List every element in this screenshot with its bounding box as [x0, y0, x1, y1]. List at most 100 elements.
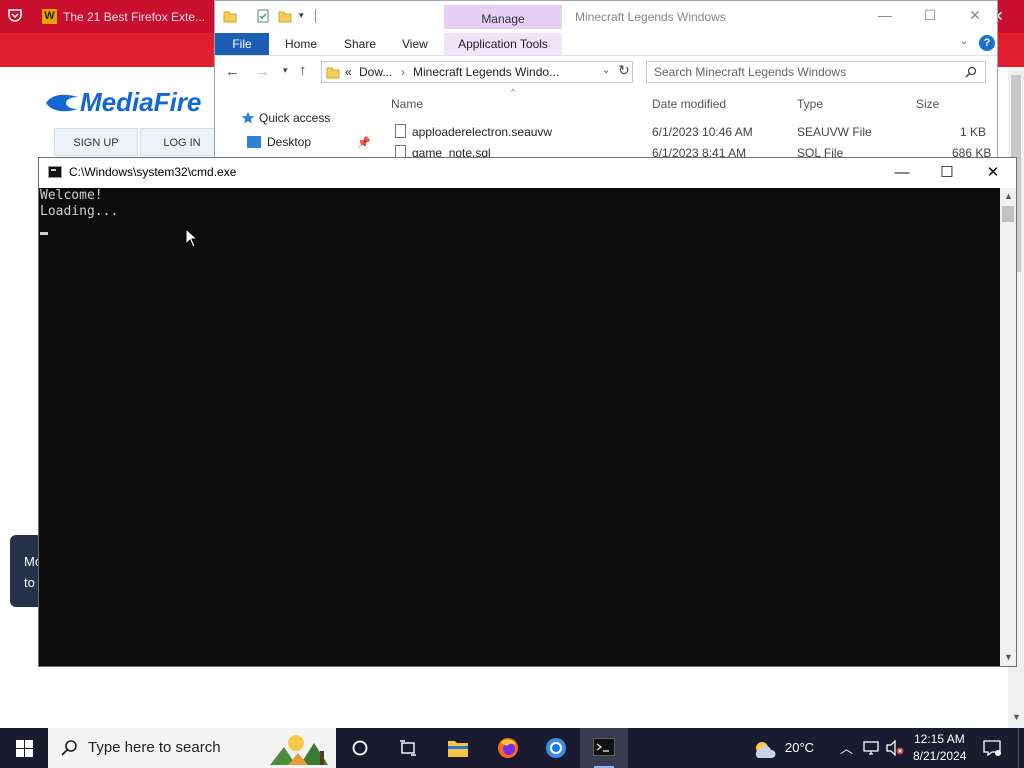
help-icon[interactable]: ?	[979, 35, 995, 51]
file-explorer-window: ▾ Manage Minecraft Legends Windows — ☐ ✕…	[214, 0, 998, 160]
scroll-down-icon[interactable]: ▼	[1004, 652, 1013, 662]
tab-application-tools[interactable]: Application Tools	[444, 33, 562, 55]
breadcrumb-overflow[interactable]: «	[345, 65, 352, 79]
file-type: SEAUVW File	[797, 125, 872, 139]
cmd-scrollbar[interactable]: ▲ ▼	[1000, 188, 1016, 666]
pocket-icon[interactable]	[8, 8, 22, 22]
recent-locations-icon[interactable]: ▾	[283, 65, 288, 76]
maximize-icon[interactable]: ☐	[924, 158, 970, 188]
scrollbar-thumb[interactable]	[1002, 206, 1014, 222]
task-view-icon	[400, 740, 416, 756]
mediafire-flame-icon	[46, 94, 78, 112]
qat-divider	[315, 9, 316, 23]
notification-icon[interactable]	[983, 740, 1001, 756]
mediafire-logo-text: MediaFire	[80, 87, 202, 117]
search-placeholder: Type here to search	[88, 739, 221, 756]
minimize-icon[interactable]: —	[879, 158, 925, 188]
cmd-app-icon[interactable]	[48, 166, 62, 178]
file-icon	[395, 124, 406, 138]
chrome-icon	[546, 738, 566, 758]
new-folder-icon[interactable]	[278, 9, 292, 23]
signup-button[interactable]: SIGN UP	[54, 128, 138, 156]
chevron-up-icon[interactable]: ︿	[840, 738, 853, 757]
command-prompt-icon	[593, 738, 615, 756]
column-date-modified[interactable]: Date modified	[652, 97, 726, 111]
refresh-icon[interactable]: ↻	[618, 62, 630, 79]
folder-icon	[223, 11, 237, 23]
console-line: Welcome!	[40, 188, 103, 203]
show-desktop-button[interactable]	[1018, 728, 1024, 768]
up-arrow-icon[interactable]: ↑	[299, 62, 307, 79]
weather-cloud-icon[interactable]	[752, 740, 780, 760]
column-name[interactable]: Name	[391, 97, 423, 111]
scroll-down-icon[interactable]: ▼	[1012, 712, 1021, 722]
popup-text-line2: to	[24, 575, 35, 590]
firefox-icon	[498, 738, 518, 758]
tab-title: The 21 Best Firefox Exte...	[63, 10, 206, 24]
search-icon[interactable]	[965, 66, 977, 78]
taskbar: Type here to search 20°C ︿ 12:15 AM 8/21…	[0, 728, 1024, 768]
start-button[interactable]	[0, 728, 48, 768]
scroll-up-icon[interactable]: ▲	[1004, 191, 1013, 201]
tab-share[interactable]: Share	[344, 33, 376, 55]
console-line: Loading...	[40, 204, 119, 219]
file-name: apploaderelectron.seauvw	[412, 125, 553, 139]
nav-desktop[interactable]: Desktop	[267, 135, 311, 149]
speaker-muted-icon[interactable]	[886, 740, 904, 756]
ribbon-expand-icon[interactable]: ⌄	[960, 36, 968, 47]
forward-arrow-icon[interactable]: →	[255, 63, 270, 80]
site-favicon-icon: W	[42, 9, 57, 24]
minimize-icon[interactable]: —	[870, 7, 900, 27]
address-dropdown-icon[interactable]: ⌄	[602, 65, 610, 76]
search-highlight-icon	[270, 735, 328, 765]
mediafire-logo[interactable]: MediaFire	[44, 87, 201, 118]
file-row[interactable]: apploaderelectron.seauvw 6/1/2023 10:46 …	[391, 122, 991, 142]
close-icon[interactable]: ✕	[960, 7, 990, 27]
tab-file[interactable]: File	[215, 33, 269, 55]
cmd-console[interactable]: Welcome! Loading...	[39, 188, 1000, 666]
file-explorer-taskbar-button[interactable]	[434, 728, 482, 768]
search-input[interactable]: Search Minecraft Legends Windows	[646, 61, 986, 83]
properties-icon[interactable]	[256, 9, 270, 23]
taskbar-search[interactable]: Type here to search	[48, 728, 336, 768]
address-bar[interactable]: « Dow... › Minecraft Legends Windo... ⌄	[321, 61, 633, 83]
cmd-title-bar[interactable]: C:\Windows\system32\cmd.exe — ☐ ✕	[39, 158, 1016, 188]
weather-temperature[interactable]: 20°C	[785, 740, 814, 755]
explorer-window-title: Minecraft Legends Windows	[575, 10, 726, 24]
task-view-button[interactable]	[384, 728, 432, 768]
mouse-pointer-icon	[185, 228, 199, 248]
tab-view[interactable]: View	[402, 33, 428, 55]
chrome-taskbar-button[interactable]	[532, 728, 580, 768]
explorer-title-bar: ▾ Manage Minecraft Legends Windows — ☐ ✕	[215, 1, 997, 33]
cortana-circle-icon	[352, 740, 368, 756]
cmd-window-title: C:\Windows\system32\cmd.exe	[69, 165, 237, 179]
file-date: 6/1/2023 10:46 AM	[652, 125, 753, 139]
ribbon-tabs: File Home Share View Application Tools ⌄…	[215, 33, 997, 56]
firefox-taskbar-button[interactable]	[484, 728, 532, 768]
browser-tab[interactable]: W The 21 Best Firefox Exte...	[36, 2, 205, 32]
cmd-taskbar-button[interactable]	[580, 728, 628, 768]
back-arrow-icon[interactable]: ←	[225, 63, 240, 80]
sort-up-icon: ^	[511, 87, 516, 97]
pin-icon[interactable]: 📌	[357, 136, 371, 149]
folder-icon	[326, 67, 340, 79]
manage-tab[interactable]: Manage	[444, 5, 562, 29]
windows-logo-icon	[16, 740, 33, 757]
cortana-button[interactable]	[336, 728, 384, 768]
clock-time[interactable]: 12:15 AM	[914, 732, 965, 746]
qat-dropdown-icon[interactable]: ▾	[299, 10, 304, 21]
close-icon[interactable]: ✕	[970, 158, 1016, 188]
breadcrumb-current[interactable]: Minecraft Legends Windo...	[413, 65, 559, 79]
address-row: ← → ▾ ↑ « Dow... › Minecraft Legends Win…	[215, 57, 997, 89]
star-icon	[242, 112, 254, 124]
breadcrumb-separator-icon: ›	[401, 65, 405, 79]
tab-home[interactable]: Home	[285, 33, 317, 55]
nav-quick-access[interactable]: Quick access	[259, 111, 330, 125]
login-button[interactable]: LOG IN	[140, 128, 224, 156]
column-size[interactable]: Size	[916, 97, 939, 111]
clock-date[interactable]: 8/21/2024	[913, 749, 966, 763]
maximize-icon[interactable]: ☐	[915, 7, 945, 27]
breadcrumb-downloads[interactable]: Dow...	[359, 65, 392, 79]
network-icon[interactable]	[863, 741, 879, 755]
column-type[interactable]: Type	[797, 97, 823, 111]
